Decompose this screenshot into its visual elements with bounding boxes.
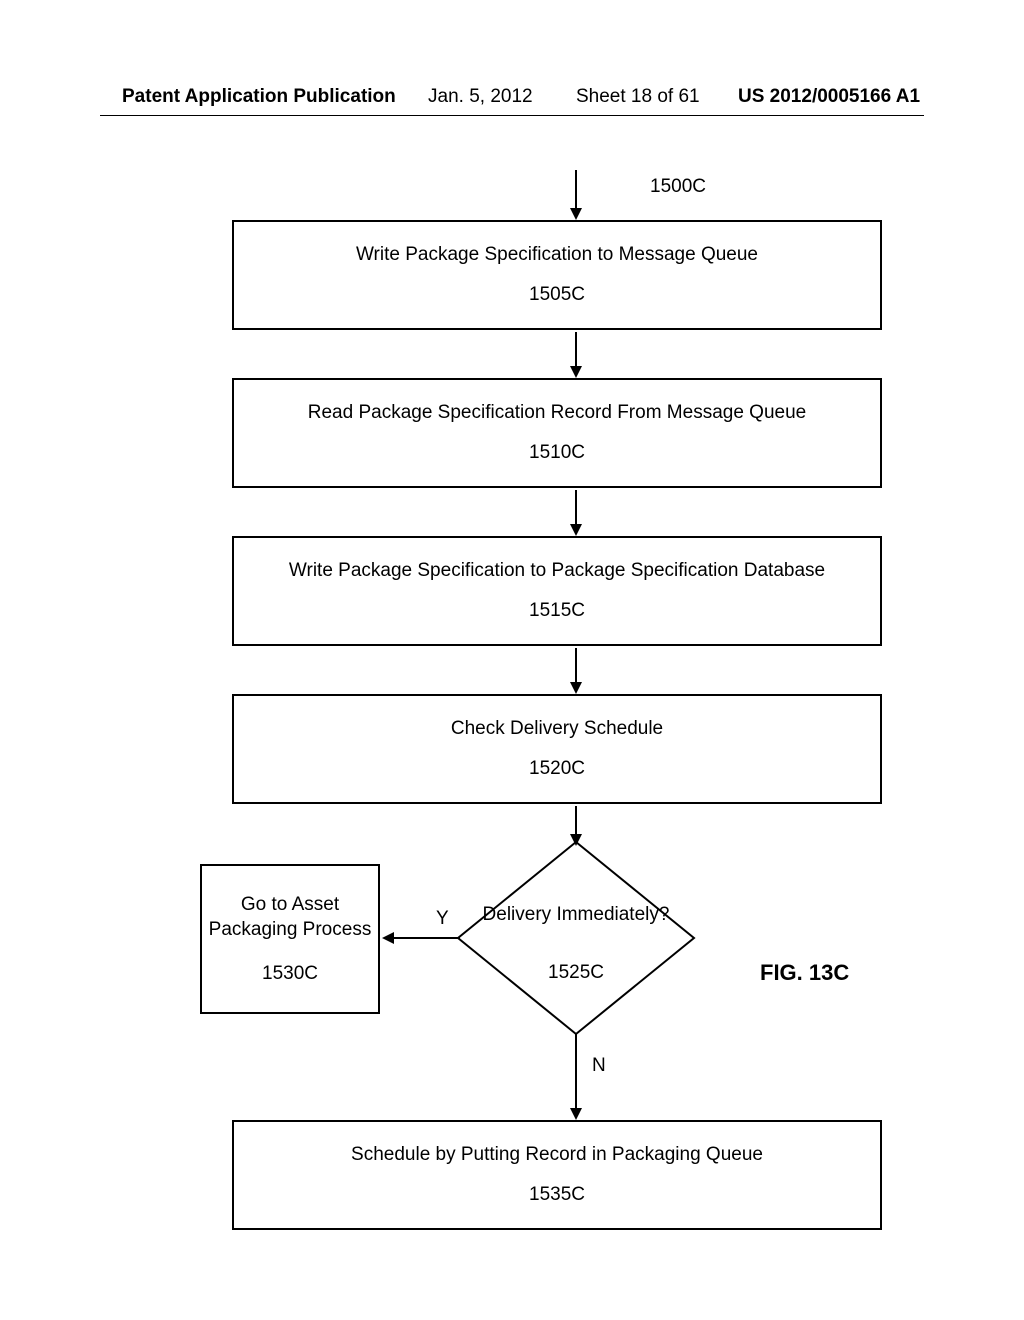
step-asset-packaging: Go to Asset Packaging Process 1530C [200, 864, 380, 1014]
step-read-msg-queue: Read Package Specification Record From M… [232, 378, 882, 488]
arrow-1515-1520 [566, 648, 586, 694]
step-title: Schedule by Putting Record in Packaging … [351, 1142, 763, 1168]
sheet-number: Sheet 18 of 61 [576, 86, 700, 108]
arrow-1525-no [566, 1034, 586, 1120]
decision-delivery-immediately: Delivery Immediately? 1525C [456, 840, 696, 1036]
step-title: Write Package Specification to Package S… [289, 558, 825, 584]
step-schedule-queue: Schedule by Putting Record in Packaging … [232, 1120, 882, 1230]
step-write-msg-queue: Write Package Specification to Message Q… [232, 220, 882, 330]
step-title: Write Package Specification to Message Q… [356, 242, 758, 268]
publication-type: Patent Application Publication [122, 86, 396, 108]
publication-number: US 2012/0005166 A1 [738, 86, 920, 108]
arrow-1505-1510 [566, 332, 586, 378]
step-title: Read Package Specification Record From M… [308, 400, 806, 426]
decision-ref: 1525C [548, 962, 604, 983]
step-ref: 1520C [529, 756, 585, 782]
step-title: Check Delivery Schedule [451, 716, 663, 742]
header-rule [100, 115, 924, 116]
page: Patent Application Publication Jan. 5, 2… [0, 0, 1024, 1320]
step-write-db: Write Package Specification to Package S… [232, 536, 882, 646]
step-ref: 1515C [529, 598, 585, 624]
step-ref: 1505C [529, 282, 585, 308]
publication-date: Jan. 5, 2012 [428, 86, 533, 108]
branch-yes-label: Y [436, 908, 449, 930]
branch-no-label: N [592, 1055, 606, 1077]
decision-title: Delivery Immediately? [483, 904, 670, 925]
step-check-schedule: Check Delivery Schedule 1520C [232, 694, 882, 804]
arrow-entry [566, 170, 586, 220]
step-title: Go to Asset Packaging Process [206, 892, 374, 943]
figure-reference: 1500C [650, 176, 706, 198]
arrow-1510-1515 [566, 490, 586, 536]
arrow-1525-yes [380, 928, 460, 948]
figure-label: FIG. 13C [760, 960, 849, 986]
step-ref: 1535C [529, 1182, 585, 1208]
step-ref: 1530C [262, 961, 318, 987]
step-ref: 1510C [529, 440, 585, 466]
